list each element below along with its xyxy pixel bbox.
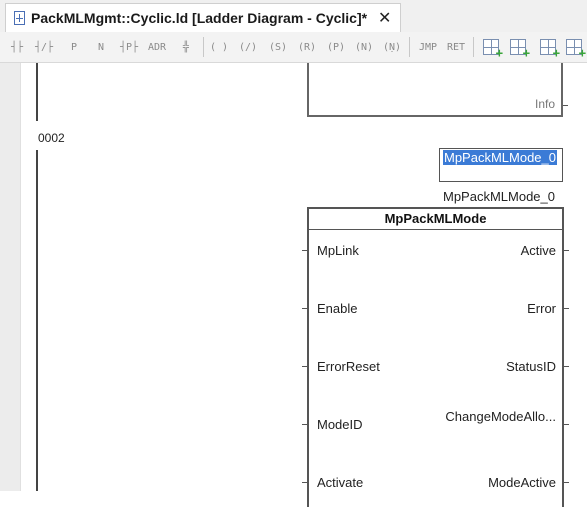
coil-p-label: (P) xyxy=(326,41,346,53)
input-pin-stub xyxy=(302,308,307,309)
contact-n-icon[interactable]: N xyxy=(90,36,112,58)
info-output-label: Info xyxy=(534,97,555,111)
output-pin-label[interactable]: Error xyxy=(527,301,556,316)
output-pin-stub xyxy=(564,250,569,251)
coil-n-label: (N) xyxy=(354,41,374,53)
input-pin-stub xyxy=(302,366,307,367)
input-pin-label[interactable]: MpLink xyxy=(317,243,359,258)
output-pin-stub xyxy=(564,482,569,483)
editor-tab[interactable]: PackMLMgmt::Cyclic.ld [Ladder Diagram - … xyxy=(5,3,401,32)
add-rung-icon[interactable] xyxy=(480,36,503,60)
toolbar-separator xyxy=(409,37,410,57)
output-pin-label[interactable]: ModeActive xyxy=(488,475,556,490)
coil-n-icon[interactable]: (N) xyxy=(353,36,375,58)
coil-p-icon[interactable]: (P) xyxy=(325,36,347,58)
coil-reset-label: (R) xyxy=(297,41,317,53)
tab-bar: PackMLMgmt::Cyclic.ld [Ladder Diagram - … xyxy=(0,0,587,32)
close-icon[interactable]: ✕ xyxy=(378,8,391,28)
output-pin-stub xyxy=(564,424,569,425)
input-pin-label[interactable]: ErrorReset xyxy=(317,359,380,374)
ladder-file-icon xyxy=(14,11,25,25)
coil-set-icon[interactable]: (S) xyxy=(267,36,289,58)
selected-variable-text[interactable]: MpPackMLMode_0 xyxy=(443,150,557,165)
info-output-pin xyxy=(563,105,568,106)
input-pin-stub xyxy=(302,250,307,251)
output-pin-stub xyxy=(564,308,569,309)
input-pin-label[interactable]: Activate xyxy=(317,475,363,490)
output-pin-label[interactable]: StatusID xyxy=(506,359,556,374)
return-label: RET xyxy=(446,41,466,53)
left-power-rail xyxy=(36,150,38,491)
coil-negated-label: (/) xyxy=(238,41,258,53)
coil-negated-icon[interactable]: (/) xyxy=(237,36,259,58)
tab-title: PackMLMgmt::Cyclic.ld [Ladder Diagram - … xyxy=(31,10,368,26)
output-pin-label[interactable]: ChangeModeAllo... xyxy=(445,409,556,424)
toolbar-separator xyxy=(473,37,474,57)
rung-number: 0002 xyxy=(38,131,65,145)
left-power-rail xyxy=(36,63,38,121)
function-block-title: MpPackMLMode xyxy=(309,209,562,230)
contact-adr-icon[interactable]: ADR xyxy=(146,36,168,58)
output-pin-label[interactable]: Active xyxy=(521,243,556,258)
instance-name: MpPackMLMode_0 xyxy=(443,189,555,204)
contact-p-label: P xyxy=(70,41,78,53)
insert-block-icon[interactable] xyxy=(537,36,560,60)
jump-label: JMP xyxy=(418,41,438,53)
jump-icon[interactable]: JMP xyxy=(416,36,440,58)
coil-reset-icon[interactable]: (R) xyxy=(296,36,318,58)
add-network-icon[interactable] xyxy=(507,36,530,60)
contact-no-icon[interactable]: ┤├ xyxy=(6,36,28,58)
coil-label: ( ) xyxy=(209,41,229,53)
contact-p-icon[interactable]: P xyxy=(63,36,85,58)
contact-n-label: N xyxy=(97,41,105,53)
coil-pn-icon[interactable]: (Ṇ) xyxy=(381,36,403,58)
coil-set-label: (S) xyxy=(268,41,288,53)
toolbar-separator xyxy=(203,37,204,57)
ladder-canvas[interactable]: Info 0002 MpPackMLMode_0 MpPackMLMode_0 … xyxy=(0,63,587,507)
input-pin-stub xyxy=(302,482,307,483)
input-pin-label[interactable]: ModeID xyxy=(317,417,363,432)
contact-adr-label: ADR xyxy=(147,41,167,53)
input-pin-stub xyxy=(302,424,307,425)
input-pin-label[interactable]: Enable xyxy=(317,301,357,316)
function-block[interactable]: MpPackMLMode MpLink Enable ErrorReset Mo… xyxy=(307,207,564,507)
contact-nc-icon[interactable]: ┤/├ xyxy=(33,36,55,58)
editor-gutter xyxy=(0,63,21,491)
return-icon[interactable]: RET xyxy=(444,36,468,58)
previous-function-block[interactable]: Info xyxy=(307,63,563,117)
add-block-icon[interactable] xyxy=(563,36,586,60)
branch-icon[interactable]: ╬ xyxy=(175,36,197,58)
contact-pn-icon[interactable]: ┤P├ xyxy=(118,36,140,58)
output-pin-stub xyxy=(564,366,569,367)
ladder-toolbar: ┤├ ┤/├ P N ┤P├ ADR ╬ ( ) (/) (S) (R) (P)… xyxy=(0,32,587,63)
coil-icon[interactable]: ( ) xyxy=(208,36,230,58)
